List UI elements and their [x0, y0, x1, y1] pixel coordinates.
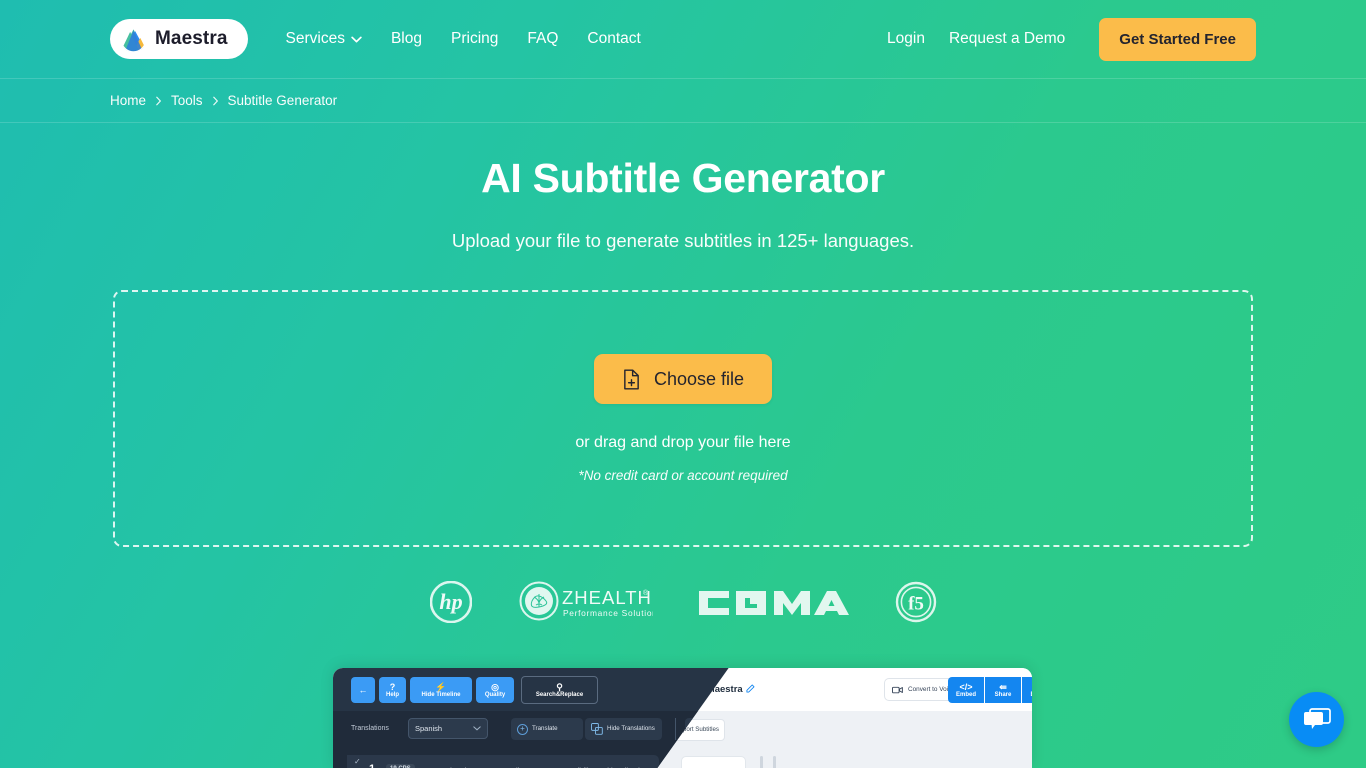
login-link[interactable]: Login	[887, 30, 925, 48]
hide-timeline-label: Hide Timeline	[421, 691, 461, 698]
hero-section: AI Subtitle Generator Upload your file t…	[0, 123, 1366, 252]
preview-quality-button[interactable]: ◎ Quality	[476, 677, 514, 703]
nav-label: Services	[285, 30, 345, 47]
preview-back-button[interactable]: ←	[351, 677, 375, 703]
timeline-icon: ⚡	[435, 681, 447, 692]
brand-logo[interactable]: Maestra	[110, 19, 248, 59]
f5-logo: f5	[895, 581, 937, 623]
chevron-right-icon	[212, 96, 219, 106]
breadcrumb-item-home[interactable]: Home	[110, 93, 146, 108]
app-preview-card: Welcome to Maestra Convert to Voiceover …	[333, 668, 1032, 768]
search-replace-label: Search&Replace	[535, 691, 584, 698]
subtitle-check-icon: ✓	[354, 757, 361, 766]
search-icon: ⚲	[556, 681, 563, 692]
video-camera-icon	[892, 686, 903, 693]
share-button[interactable]: ⇚ Share	[985, 677, 1021, 703]
export-label: Export	[1030, 692, 1032, 699]
share-label: Share	[994, 691, 1012, 698]
svg-text:Performance Solutions: Performance Solutions	[563, 608, 653, 618]
svg-text:hp: hp	[439, 589, 462, 614]
translate-icon	[591, 723, 603, 735]
file-dropzone[interactable]: Choose file or drag and drop your file h…	[113, 290, 1253, 548]
chat-widget-button[interactable]	[1289, 692, 1344, 747]
embed-button[interactable]: </> Embed	[948, 677, 984, 703]
subtitle-cps: 19 CPS	[386, 764, 415, 768]
export-button[interactable]: ⇧ Export	[1022, 677, 1032, 703]
breadcrumb-item-tools[interactable]: Tools	[171, 93, 203, 108]
chat-bubbles-icon	[1303, 707, 1331, 729]
hide-translations-button[interactable]: Hide Translations	[585, 718, 662, 740]
nav-item-contact[interactable]: Contact	[587, 30, 640, 48]
choose-file-button[interactable]: Choose file	[593, 354, 773, 405]
get-started-free-button[interactable]: Get Started Free	[1099, 17, 1256, 61]
svg-text:®: ®	[643, 589, 649, 597]
hp-logo: hp	[429, 581, 472, 624]
header-actions: Login Request a Demo Get Started Free	[887, 17, 1256, 61]
request-demo-link[interactable]: Request a Demo	[949, 30, 1065, 48]
preview-help-button[interactable]: ? Help	[379, 677, 406, 703]
hero-subtitle: Upload your file to generate subtitles i…	[451, 230, 915, 252]
zhealth-logo: ZHEALTH ® Performance Solutions	[518, 580, 653, 624]
subtitle-index: 1	[369, 763, 375, 768]
toolbar-divider	[675, 718, 676, 740]
page-title: AI Subtitle Generator	[481, 155, 885, 201]
quality-label: Quality	[484, 691, 506, 698]
cgma-logo	[698, 582, 849, 622]
choose-file-label: Choose file	[653, 368, 745, 389]
svg-text:ZHEALTH: ZHEALTH	[562, 587, 652, 608]
site-header: Maestra Services Blog Pricing FAQ Contac…	[0, 0, 1366, 78]
main-navigation: Services Blog Pricing FAQ Contact	[286, 30, 641, 48]
nav-item-services[interactable]: Services	[286, 30, 362, 48]
edit-icon[interactable]	[746, 684, 755, 693]
translations-label: Translations	[351, 725, 389, 732]
preview-editor-card	[681, 756, 746, 768]
hide-translations-label: Hide Translations	[607, 724, 655, 732]
preview-hide-timeline-button[interactable]: ⚡ Hide Timeline	[410, 677, 472, 703]
maestra-mountain-logo-icon	[120, 26, 147, 53]
help-label: Help	[385, 691, 399, 698]
client-logos: hp ZHEALTH ® Performance Solutions f5	[0, 580, 1366, 624]
preview-scrollbar[interactable]	[760, 756, 763, 768]
app-preview: Welcome to Maestra Convert to Voiceover …	[333, 668, 1032, 768]
preview-scrollbar-secondary[interactable]	[773, 756, 776, 768]
chevron-right-icon	[155, 96, 162, 106]
breadcrumb: Home Tools Subtitle Generator	[110, 93, 337, 108]
brand-name: Maestra	[155, 28, 228, 49]
nav-item-pricing[interactable]: Pricing	[451, 30, 498, 48]
preview-search-replace-button[interactable]: ⚲ Search&Replace	[521, 676, 598, 704]
no-credit-card-note: *No credit card or account required	[578, 468, 788, 484]
share-icon: ⇚	[999, 681, 1007, 692]
code-icon: </>	[959, 681, 973, 692]
translate-label: Translate	[532, 724, 558, 732]
embed-label: Embed	[955, 691, 976, 698]
plus-circle-icon: +	[517, 723, 528, 735]
chevron-down-icon	[473, 726, 481, 731]
file-add-icon	[622, 369, 641, 390]
breadcrumb-item-current: Subtitle Generator	[227, 93, 338, 108]
translate-button[interactable]: + Translate	[511, 718, 583, 740]
language-value: Spanish	[415, 724, 443, 733]
question-mark-icon: ?	[389, 681, 396, 692]
quality-icon: ◎	[491, 681, 499, 692]
language-select[interactable]: Spanish	[408, 718, 488, 739]
chevron-down-icon	[351, 36, 362, 43]
nav-item-blog[interactable]: Blog	[391, 30, 422, 48]
breadcrumb-bar: Home Tools Subtitle Generator	[0, 78, 1366, 123]
nav-item-faq[interactable]: FAQ	[527, 30, 558, 48]
arrow-left-icon: ←	[358, 685, 368, 695]
svg-text:f5: f5	[908, 594, 924, 615]
drag-drop-hint: or drag and drop your file here	[575, 434, 791, 452]
